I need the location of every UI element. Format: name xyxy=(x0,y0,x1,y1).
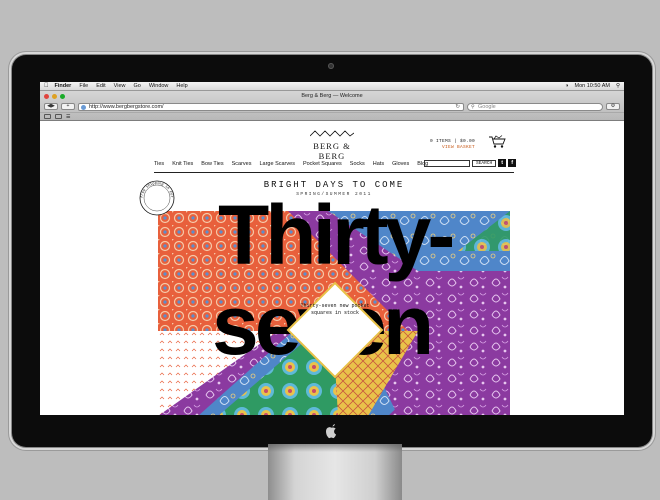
stand-shadow xyxy=(268,444,402,452)
brand-logo-mark xyxy=(310,130,354,137)
nav-large-scarves[interactable]: Large Scarves xyxy=(259,161,294,167)
window-title: Berg & Berg — Welcome xyxy=(301,93,363,99)
nav-gloves[interactable]: Gloves xyxy=(392,161,409,167)
add-bookmark-button[interactable]: + xyxy=(61,103,75,110)
menu-view[interactable]: View xyxy=(114,83,126,89)
facebook-icon[interactable]: f xyxy=(508,159,517,167)
apple-menu-icon[interactable]:  xyxy=(44,83,49,89)
shopping-cart-icon[interactable] xyxy=(488,135,506,149)
center-diamond-badge xyxy=(286,281,384,379)
menu-window[interactable]: Window xyxy=(149,83,169,89)
nav-divider xyxy=(154,172,514,173)
settings-gear-icon[interactable]: ⚙ xyxy=(606,103,620,110)
site-search-input[interactable] xyxy=(424,159,470,167)
basket-summary: 0 ITEMS | $0.00 VIEW BASKET xyxy=(430,139,475,150)
reload-icon[interactable]: ↻ xyxy=(455,104,460,110)
wifi-icon[interactable]: ◑ xyxy=(565,83,568,89)
view-basket-link[interactable]: VIEW BASKET xyxy=(430,145,475,150)
browser-titlebar: Berg & Berg — Welcome xyxy=(40,91,624,101)
screen:  Finder File Edit View Go Window Help ◑… xyxy=(40,82,624,415)
imac-monitor:  Finder File Edit View Go Window Help ◑… xyxy=(12,55,652,447)
bookmarks-bar: ☰ xyxy=(40,112,624,120)
bookmarks-menu-icon[interactable]: ☰ xyxy=(66,114,70,120)
basket-info: 0 ITEMS | $0.00 xyxy=(430,139,476,144)
nav-scarves[interactable]: Scarves xyxy=(232,161,252,167)
website: BERG & BERG 0 ITEMS | $0.00 VIEW BASKET … xyxy=(40,121,624,415)
back-forward-button[interactable]: ◀▶ xyxy=(44,103,58,110)
menu-edit[interactable]: Edit xyxy=(96,83,105,89)
main-navigation: Ties Knit Ties Bow Ties Scarves Large Sc… xyxy=(154,161,428,167)
free-shipping-stamp: free shipping in Europe xyxy=(138,179,175,216)
reading-list-icon[interactable] xyxy=(44,114,51,119)
nav-socks[interactable]: Socks xyxy=(350,161,365,167)
site-search-button[interactable]: SEARCH xyxy=(472,159,497,167)
menu-finder[interactable]: Finder xyxy=(55,83,72,89)
camera xyxy=(328,63,334,69)
url-text: http://www.bergbergstore.com/ xyxy=(89,103,164,110)
menu-help[interactable]: Help xyxy=(176,83,187,89)
browser-toolbar: ◀▶ + http://www.bergbergstore.com/ ↻ ⚲ G… xyxy=(40,101,624,112)
menu-go[interactable]: Go xyxy=(134,83,141,89)
search-icon: ⚲ xyxy=(471,103,475,110)
twitter-icon[interactable]: t xyxy=(498,159,507,167)
brand-logo[interactable]: BERG & BERG xyxy=(302,141,362,161)
address-bar[interactable]: http://www.bergbergstore.com/ ↻ xyxy=(78,102,464,111)
search-placeholder: Google xyxy=(478,103,496,110)
globe-icon xyxy=(81,104,86,110)
nav-bow-ties[interactable]: Bow Ties xyxy=(201,161,223,167)
monitor-chin xyxy=(12,415,652,447)
nav-pocket-squares[interactable]: Pocket Squares xyxy=(303,161,342,167)
hero-headline-line-1: Thirty- xyxy=(218,188,455,282)
nav-hats[interactable]: Hats xyxy=(373,161,384,167)
menu-file[interactable]: File xyxy=(79,83,88,89)
mac-menu-bar:  Finder File Edit View Go Window Help ◑… xyxy=(40,82,624,91)
site-search: SEARCH t f xyxy=(424,159,517,167)
browser-chrome: Berg & Berg — Welcome ◀▶ + http://www.be… xyxy=(40,91,624,121)
top-sites-icon[interactable] xyxy=(55,114,62,119)
hero-center-text[interactable]: Thirty-seven new pocket squares in stock xyxy=(297,303,373,317)
browser-search-field[interactable]: ⚲ Google xyxy=(467,102,603,111)
spotlight-icon[interactable]: ⚲ xyxy=(616,83,620,89)
clock[interactable]: Mon 10:50 AM xyxy=(575,83,610,89)
apple-logo-icon xyxy=(326,424,337,439)
nav-ties[interactable]: Ties xyxy=(154,161,164,167)
monitor-stand xyxy=(268,444,402,500)
nav-knit-ties[interactable]: Knit Ties xyxy=(172,161,193,167)
